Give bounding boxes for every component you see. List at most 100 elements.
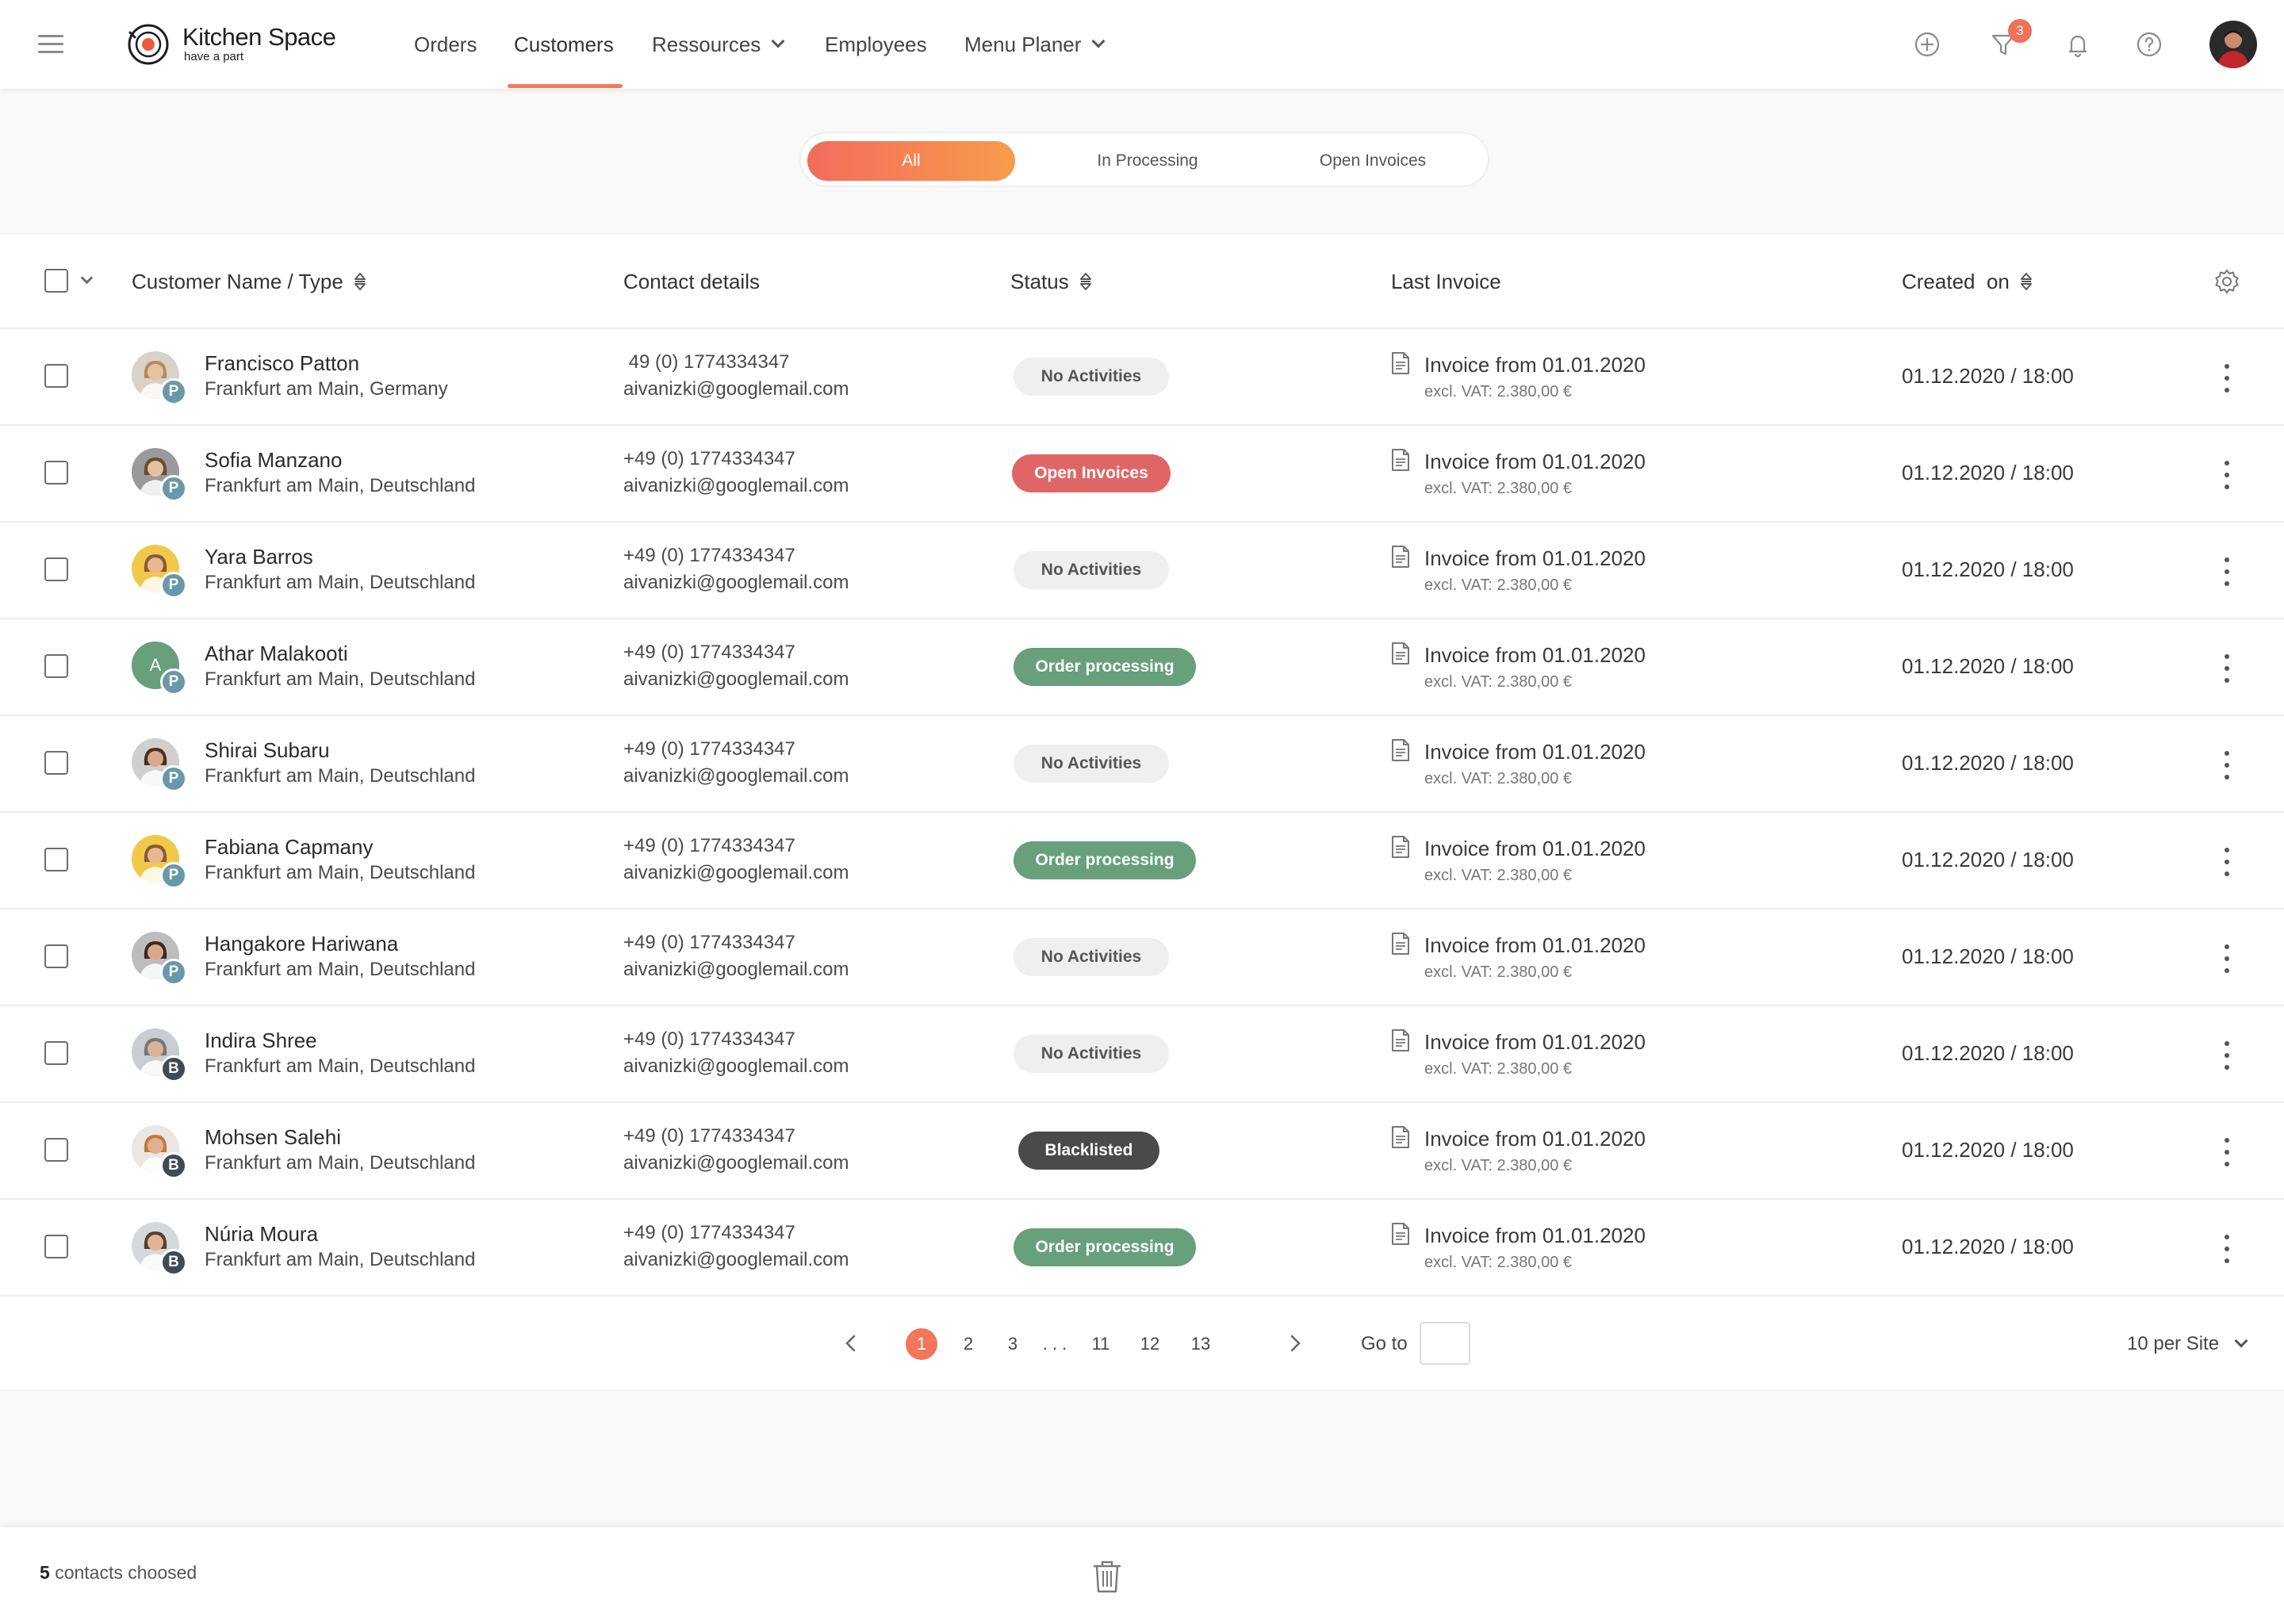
contact-email[interactable]: aivanizki@googlemail.com	[623, 959, 849, 981]
contact-email[interactable]: aivanizki@googlemail.com	[623, 1249, 849, 1271]
help-icon[interactable]	[2135, 30, 2163, 59]
invoice-title[interactable]: Invoice from 01.01.2020	[1424, 837, 1646, 861]
more-options-icon[interactable]	[2221, 749, 2233, 781]
contact-email[interactable]: aivanizki@googlemail.com	[623, 668, 849, 691]
page-2[interactable]: 2	[956, 1328, 980, 1360]
status-badge: Order processing	[1014, 648, 1196, 686]
chevron-right-icon[interactable]	[1286, 1335, 1304, 1352]
filter-tab-in-processing[interactable]: In Processing	[1033, 141, 1263, 181]
customer-name[interactable]: Hangakore Hariwana	[205, 932, 398, 956]
row-checkbox[interactable]	[44, 557, 68, 581]
plus-circle-icon[interactable]	[1913, 30, 1941, 59]
more-options-icon[interactable]	[2221, 1136, 2233, 1168]
column-header-created[interactable]: Created on	[1902, 234, 2033, 329]
per-site-select[interactable]: 10 per Site	[2127, 1328, 2248, 1360]
menu-icon[interactable]	[38, 35, 63, 54]
customer-type-badge: B	[160, 1249, 187, 1276]
status-filter-tabs: All In Processing Open Invoices	[799, 132, 1489, 187]
nav-orders[interactable]: Orders	[414, 0, 477, 89]
nav-customers[interactable]: Customers	[514, 0, 614, 89]
customer-name[interactable]: Mohsen Salehi	[205, 1125, 341, 1150]
more-options-icon[interactable]	[2221, 459, 2233, 491]
contact-phone: +49 (0) 1774334347	[623, 545, 795, 566]
table-row[interactable]: P Sofia Manzano Frankfurt am Main, Deutsch…	[0, 426, 2284, 523]
row-checkbox[interactable]	[44, 944, 68, 968]
goto-page-input[interactable]	[1420, 1322, 1470, 1365]
nav-employees[interactable]: Employees	[825, 0, 927, 89]
customer-name[interactable]: Núria Moura	[205, 1222, 318, 1247]
row-checkbox[interactable]	[44, 1041, 68, 1065]
chevron-down-icon[interactable]	[80, 271, 94, 285]
customer-name[interactable]: Yara Barros	[205, 545, 313, 569]
table-row[interactable]: P Yara Barros Frankfurt am Main, Deutschla…	[0, 523, 2284, 619]
table-row[interactable]: A P Athar Malakooti Frankfurt am Main, Deut…	[0, 619, 2284, 716]
row-checkbox[interactable]	[44, 751, 68, 775]
contact-email[interactable]: aivanizki@googlemail.com	[623, 1152, 849, 1174]
table-row[interactable]: B Indira Shree Frankfurt am Main, Deutschl…	[0, 1006, 2284, 1103]
customer-name[interactable]: Athar Malakooti	[205, 642, 348, 666]
page-1[interactable]: 1	[906, 1328, 937, 1360]
row-checkbox[interactable]	[44, 1138, 68, 1162]
nav-ressources[interactable]: Ressources	[652, 0, 785, 89]
invoice-title[interactable]: Invoice from 01.01.2020	[1424, 643, 1646, 668]
page-12[interactable]: 12	[1136, 1328, 1164, 1360]
gear-icon[interactable]	[2213, 267, 2241, 296]
user-avatar[interactable]	[2209, 21, 2257, 68]
table-row[interactable]: P Shirai Subaru Frankfurt am Main, Deutsch…	[0, 716, 2284, 813]
nav-menu-planer[interactable]: Menu Planer	[964, 0, 1106, 89]
customer-location: Frankfurt am Main, Deutschland	[205, 1055, 476, 1077]
trash-icon[interactable]	[1091, 1559, 1123, 1594]
contact-email[interactable]: aivanizki@googlemail.com	[623, 765, 849, 787]
more-options-icon[interactable]	[2221, 362, 2233, 394]
customer-name[interactable]: Indira Shree	[205, 1028, 317, 1053]
row-checkbox[interactable]	[44, 848, 68, 871]
column-contact-label: Contact details	[623, 269, 760, 293]
table-row[interactable]: B Mohsen Salehi Frankfurt am Main, Deutsch…	[0, 1103, 2284, 1200]
user-portrait-icon	[2209, 21, 2257, 68]
customer-name[interactable]: Francisco Patton	[205, 351, 359, 376]
table-row[interactable]: P Fabiana Capmany Frankfurt am Main, Deuts…	[0, 813, 2284, 910]
customer-location: Frankfurt am Main, Deutschland	[205, 959, 476, 980]
contact-email[interactable]: aivanizki@googlemail.com	[623, 572, 849, 594]
more-options-icon[interactable]	[2221, 556, 2233, 588]
row-checkbox[interactable]	[44, 1235, 68, 1258]
row-checkbox[interactable]	[44, 461, 68, 485]
page-13[interactable]: 13	[1186, 1328, 1215, 1360]
contact-email[interactable]: aivanizki@googlemail.com	[623, 1055, 849, 1078]
row-checkbox[interactable]	[44, 364, 68, 388]
invoice-title[interactable]: Invoice from 01.01.2020	[1424, 933, 1646, 958]
filter-tab-open-invoices[interactable]: Open Invoices	[1263, 141, 1483, 181]
column-header-status[interactable]: Status	[1010, 234, 1093, 329]
column-header-name[interactable]: Customer Name / Type	[132, 234, 367, 329]
invoice-title[interactable]: Invoice from 01.01.2020	[1424, 740, 1646, 764]
table-row[interactable]: B Núria Moura Frankfurt am Main, Deutschla…	[0, 1200, 2284, 1297]
filter-tab-all[interactable]: All	[807, 141, 1015, 181]
chevron-left-icon[interactable]	[842, 1335, 860, 1352]
table-row[interactable]: P Francisco Patton Frankfurt am Main, Germ…	[0, 329, 2284, 426]
invoice-title[interactable]: Invoice from 01.01.2020	[1424, 1030, 1646, 1055]
table-row[interactable]: P Hangakore Hariwana Frankfurt am Main, De…	[0, 910, 2284, 1006]
contact-email[interactable]: aivanizki@googlemail.com	[623, 378, 849, 400]
contact-email[interactable]: aivanizki@googlemail.com	[623, 475, 849, 497]
brand-logo[interactable]: Kitchen Space have a part	[125, 21, 336, 68]
more-options-icon[interactable]	[2221, 653, 2233, 684]
customer-name[interactable]: Shirai Subaru	[205, 738, 330, 763]
page-11[interactable]: 11	[1086, 1328, 1115, 1360]
more-options-icon[interactable]	[2221, 846, 2233, 878]
invoice-title[interactable]: Invoice from 01.01.2020	[1424, 1224, 1646, 1248]
invoice-title[interactable]: Invoice from 01.01.2020	[1424, 450, 1646, 474]
contact-email[interactable]: aivanizki@googlemail.com	[623, 862, 849, 884]
page-3[interactable]: 3	[1001, 1328, 1025, 1360]
invoice-title[interactable]: Invoice from 01.01.2020	[1424, 353, 1646, 377]
more-options-icon[interactable]	[2221, 1233, 2233, 1265]
bell-icon[interactable]	[2064, 30, 2092, 59]
more-options-icon[interactable]	[2221, 1040, 2233, 1071]
more-options-icon[interactable]	[2221, 943, 2233, 975]
invoice-title[interactable]: Invoice from 01.01.2020	[1424, 546, 1646, 571]
customer-name[interactable]: Sofia Manzano	[205, 448, 342, 473]
customer-name[interactable]: Fabiana Capmany	[205, 835, 373, 860]
invoice-title[interactable]: Invoice from 01.01.2020	[1424, 1127, 1646, 1151]
row-checkbox[interactable]	[44, 654, 68, 678]
nav-menu-planer-label: Menu Planer	[964, 32, 1082, 56]
select-all-checkbox[interactable]	[44, 269, 68, 293]
